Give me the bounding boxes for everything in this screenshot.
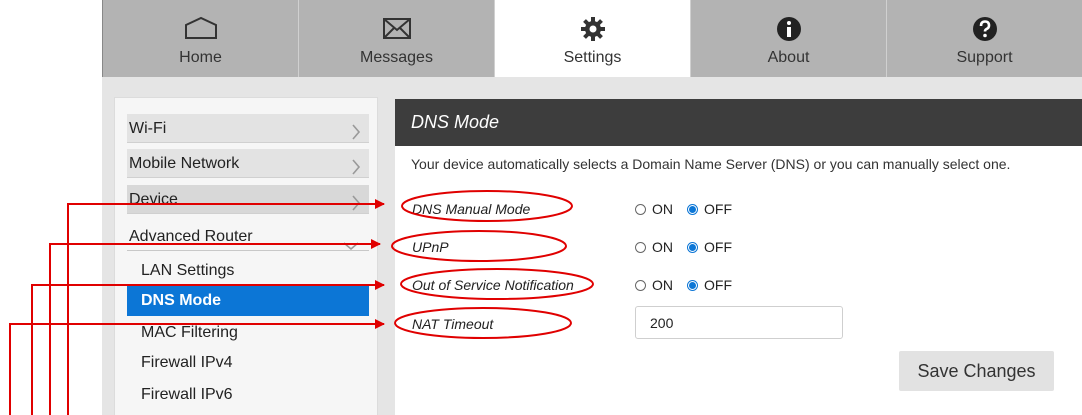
chevron-right-icon [351, 192, 361, 221]
save-changes-button[interactable]: Save Changes [899, 351, 1054, 391]
question-icon [887, 16, 1082, 42]
envelope-icon [299, 16, 494, 42]
sidebar-item-label: Wi-Fi [129, 120, 167, 137]
chevron-right-icon [351, 121, 361, 150]
sidebar-subitem-dns-mode[interactable]: DNS Mode [127, 286, 369, 316]
nat-timeout-label: NAT Timeout [412, 316, 494, 332]
top-nav: Home Messages Settings About Support [102, 0, 1082, 77]
sidebar: Wi-Fi Mobile Network Device Advanced Rou… [114, 97, 378, 415]
tab-messages-label: Messages [360, 49, 433, 66]
tab-settings[interactable]: Settings [495, 0, 691, 77]
sidebar-item-label: Device [129, 191, 178, 208]
upnp-on-radio[interactable] [635, 241, 646, 253]
dns-manual-mode-on-radio[interactable] [635, 203, 646, 215]
tab-about[interactable]: About [691, 0, 887, 77]
sidebar-item-label: Mobile Network [129, 155, 240, 172]
upnp-off-radio[interactable] [687, 241, 698, 253]
sidebar-item-mobile-network[interactable]: Mobile Network [127, 149, 369, 178]
info-icon [691, 16, 886, 42]
upnp-radio-group: ON OFF [635, 239, 746, 255]
dns-manual-mode-off-radio[interactable] [687, 203, 698, 215]
sidebar-subitem-firewall-ipv4[interactable]: Firewall IPv4 [127, 348, 369, 378]
radio-on-label[interactable]: ON [652, 201, 673, 217]
chevron-right-icon [351, 156, 361, 185]
tab-about-label: About [767, 49, 810, 66]
radio-on-label[interactable]: ON [652, 277, 673, 293]
sidebar-subitem-firewall-ipv6[interactable]: Firewall IPv6 [127, 380, 369, 410]
out-of-service-on-radio[interactable] [635, 279, 646, 291]
tab-settings-label: Settings [563, 49, 622, 66]
out-of-service-notification-radio-group: ON OFF [635, 277, 746, 293]
radio-off-label[interactable]: OFF [704, 239, 732, 255]
tab-support[interactable]: Support [887, 0, 1082, 77]
sidebar-item-advanced-router[interactable]: Advanced Router [127, 222, 369, 251]
radio-off-label[interactable]: OFF [704, 201, 732, 217]
sidebar-item-label: Advanced Router [129, 228, 253, 245]
upnp-label: UPnP [412, 239, 449, 255]
dns-manual-mode-label: DNS Manual Mode [412, 201, 531, 217]
dns-manual-mode-radio-group: ON OFF [635, 201, 746, 217]
sidebar-subitem-lan-settings[interactable]: LAN Settings [127, 256, 369, 286]
tab-messages[interactable]: Messages [299, 0, 495, 77]
gear-icon [495, 16, 690, 42]
tab-home[interactable]: Home [103, 0, 299, 77]
sidebar-item-wifi[interactable]: Wi-Fi [127, 114, 369, 143]
dns-mode-panel: DNS Mode Your device automatically selec… [395, 99, 1082, 415]
radio-on-label[interactable]: ON [652, 239, 673, 255]
tab-support-label: Support [956, 49, 1013, 66]
tab-home-label: Home [179, 49, 222, 66]
sidebar-subitem-mac-filtering[interactable]: MAC Filtering [127, 318, 369, 348]
sidebar-item-device[interactable]: Device [127, 185, 369, 214]
out-of-service-notification-label: Out of Service Notification [412, 277, 574, 293]
nat-timeout-input[interactable] [635, 306, 843, 339]
panel-title: DNS Mode [395, 99, 1082, 146]
home-icon [103, 16, 298, 42]
panel-description: Your device automatically selects a Doma… [411, 156, 1011, 172]
radio-off-label[interactable]: OFF [704, 277, 732, 293]
out-of-service-off-radio[interactable] [687, 279, 698, 291]
